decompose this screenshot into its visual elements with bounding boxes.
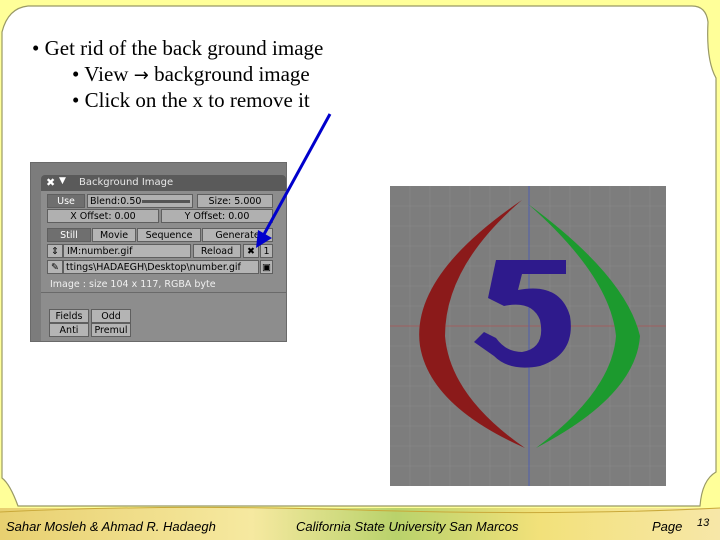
bullet-item-1: • Get rid of the back ground image (32, 36, 323, 61)
bullet-text: background image (154, 62, 310, 86)
tab-still[interactable]: Still (47, 228, 91, 242)
panel-title: Background Image (79, 177, 174, 188)
use-toggle[interactable]: Use (47, 194, 85, 208)
bullet-marker: • (72, 88, 80, 112)
anti-toggle[interactable]: Anti (49, 323, 89, 337)
collapse-triangle-icon[interactable]: ▼ (59, 176, 66, 186)
panel-body: Use Blend:0.50 Size: 5.000 X Offset: 0.0… (41, 191, 286, 341)
bullet-item-3: • Click on the x to remove it (72, 88, 310, 113)
x-offset-field[interactable]: X Offset: 0.00 (47, 209, 159, 223)
size-field[interactable]: Size: 5.000 (197, 194, 273, 208)
divider (41, 292, 286, 293)
remove-image-x-icon[interactable]: ✖ (243, 244, 259, 258)
tab-sequence[interactable]: Sequence (137, 228, 201, 242)
right-arrow-icon: → (133, 65, 149, 86)
close-panel-icon[interactable]: ✖ (46, 176, 55, 189)
file-browse-icon[interactable]: ▣ (260, 260, 273, 274)
bullet-marker: • (32, 36, 40, 60)
fields-toggle[interactable]: Fields (49, 309, 89, 323)
background-image-panel: ✖ ▼ Background Image Use Blend:0.50 Size… (30, 162, 287, 342)
browse-image-icon[interactable]: ⇕ (47, 244, 63, 258)
image-info-text: Image : size 104 x 117, RGBA byte (50, 279, 216, 290)
premul-toggle[interactable]: Premul (91, 323, 131, 337)
footer-page-number: 13 (697, 517, 710, 529)
bullet-text: Get rid of the back ground image (44, 36, 324, 60)
blend-track (142, 200, 190, 203)
background-image-preview (390, 186, 666, 486)
footer-institution: California State University San Marcos (296, 519, 519, 534)
bullet-marker: • (72, 62, 80, 86)
footer-authors: Sahar Mosleh & Ahmad R. Hadaegh (6, 519, 216, 534)
user-count: 1 (260, 244, 273, 258)
blend-slider[interactable]: Blend:0.50 (87, 194, 193, 208)
odd-toggle[interactable]: Odd (91, 309, 131, 323)
image-name-field[interactable]: IM:number.gif (63, 244, 191, 258)
bullet-text: View (84, 62, 129, 86)
panel-header: ✖ ▼ Background Image (41, 175, 286, 191)
tab-generate[interactable]: Generate (202, 228, 273, 242)
bullet-text: Click on the x to remove it (84, 88, 310, 112)
reload-button[interactable]: Reload (193, 244, 241, 258)
file-path-field[interactable]: ttings\HADAEGH\Desktop\number.gif (63, 260, 259, 274)
y-offset-field[interactable]: Y Offset: 0.00 (161, 209, 273, 223)
load-file-icon[interactable]: ✎ (47, 260, 63, 274)
footer-page-label: Page (652, 519, 683, 534)
blend-value: Blend:0.50 (90, 196, 142, 207)
bullet-item-2: • View → background image (72, 62, 310, 87)
tab-movie[interactable]: Movie (92, 228, 136, 242)
